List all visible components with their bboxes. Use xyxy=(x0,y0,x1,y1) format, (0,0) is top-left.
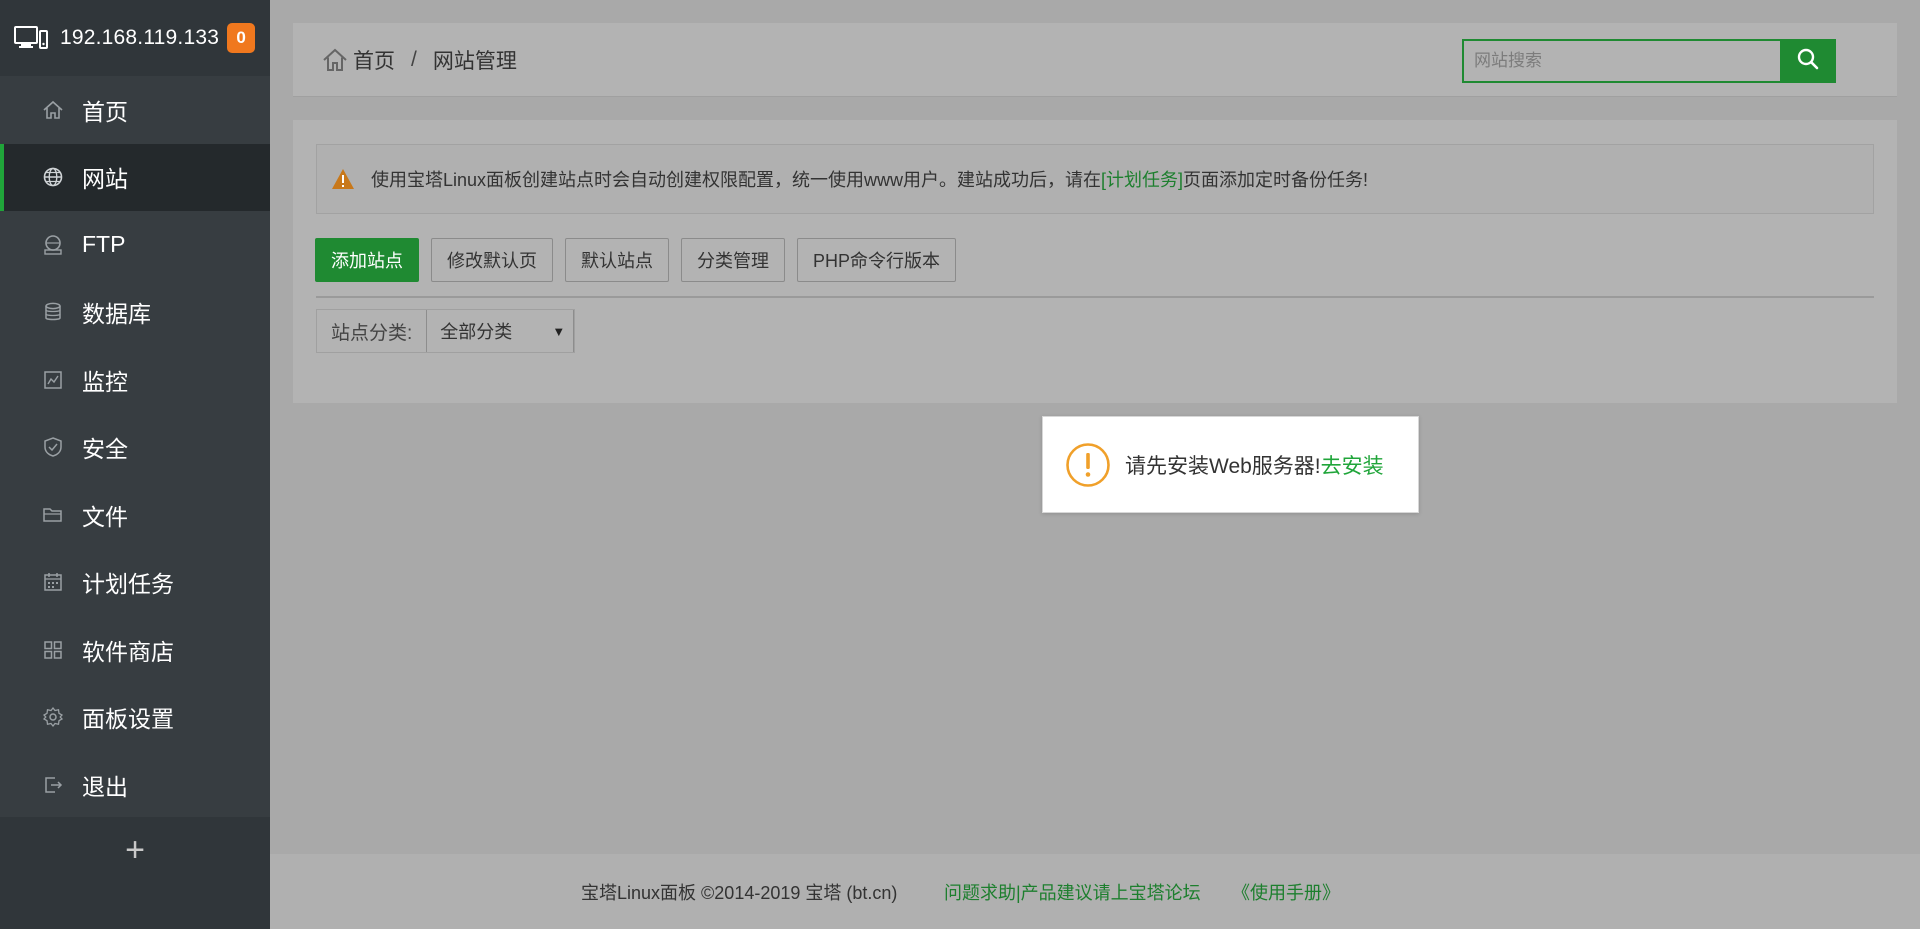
category-filter-label: 站点分类: xyxy=(331,322,413,344)
sidebar-item-files[interactable]: 文件 xyxy=(0,481,270,549)
breadcrumb-current: 网站管理 xyxy=(432,50,517,73)
sidebar-item-label: 监控 xyxy=(82,368,128,395)
sidebar-item-security[interactable]: 安全 xyxy=(0,414,270,482)
sidebar-item-ftp[interactable]: FTP xyxy=(0,211,270,279)
sidebar-menu: 首页 网站 FTP 数据库 监控 安全 文件 计划任务 软件商店 面板设置 退出 xyxy=(0,76,270,819)
footer-copyright: 宝塔Linux面板 ©2014-2019 宝塔 (bt.cn) xyxy=(581,882,898,903)
search-icon xyxy=(1796,47,1820,76)
message-count-badge[interactable]: 0 xyxy=(227,23,256,53)
install-web-server-toast: 请先安装Web服务器! 去安装 xyxy=(1042,416,1419,513)
sidebar: 192.168.119.133 0 首页 网站 FTP 数据库 监控 安全 文件… xyxy=(0,0,270,929)
notice-banner: 使用宝塔Linux面板创建站点时会自动创建权限配置，统一使用www用户。建站成功… xyxy=(316,144,1874,214)
host-header: 192.168.119.133 0 xyxy=(0,0,270,76)
go-install-link[interactable]: 去安装 xyxy=(1321,450,1384,480)
footer-help-link[interactable]: 问题求助|产品建议请上宝塔论坛 xyxy=(944,879,1201,905)
sidebar-item-monitor[interactable]: 监控 xyxy=(0,346,270,414)
sidebar-item-label: 首页 xyxy=(82,98,128,125)
sidebar-item-label: 安全 xyxy=(82,436,128,463)
ftp-icon xyxy=(42,234,64,256)
dropdown-caret-icon: ▼ xyxy=(552,323,566,339)
grid-icon xyxy=(42,639,64,661)
top-bar: 首页 / 网站管理 xyxy=(293,23,1897,97)
sidebar-panel: 192.168.119.133 0 首页 网站 FTP 数据库 监控 安全 文件… xyxy=(0,0,270,929)
home-icon[interactable] xyxy=(321,46,349,74)
sidebar-item-logout[interactable]: 退出 xyxy=(0,751,270,819)
monitor-icon xyxy=(42,369,64,391)
add-site-button[interactable]: 添加站点 xyxy=(315,238,419,282)
globe-icon xyxy=(42,166,64,188)
toolbar: 添加站点 修改默认页 默认站点 分类管理 PHP命令行版本 xyxy=(315,238,957,282)
default-site-button[interactable]: 默认站点 xyxy=(565,238,669,282)
category-select[interactable]: 全部分类 ▼ xyxy=(426,310,575,352)
home-icon xyxy=(42,99,64,121)
host-ip: 192.168.119.133 xyxy=(60,26,220,49)
shield-icon xyxy=(42,436,64,458)
toast-message: 请先安装Web服务器! xyxy=(1125,454,1321,478)
breadcrumb-separator: / xyxy=(411,48,417,71)
footer-manual-link[interactable]: 《使用手册》 xyxy=(1232,879,1340,905)
breadcrumb-home[interactable]: 首页 xyxy=(353,45,395,75)
edit-default-page-button[interactable]: 修改默认页 xyxy=(431,238,553,282)
folder-icon xyxy=(42,504,64,526)
sidebar-item-home[interactable]: 首页 xyxy=(0,76,270,144)
database-icon xyxy=(42,301,64,323)
logout-icon xyxy=(42,774,64,796)
main-content: 首页 / 网站管理 使用宝塔Linux面板创建站点时会自动创建权限配置，统一使用… xyxy=(270,0,1920,929)
sidebar-item-label: 软件商店 xyxy=(82,638,174,665)
sidebar-item-label: 数据库 xyxy=(82,301,151,328)
warning-icon xyxy=(331,168,355,190)
sidebar-item-label: FTP xyxy=(82,231,126,258)
category-select-value: 全部分类 xyxy=(440,322,513,342)
sidebar-item-label: 网站 xyxy=(82,166,128,193)
breadcrumb: 首页 / 网站管理 xyxy=(321,23,517,97)
footer: 宝塔Linux面板 ©2014-2019 宝塔 (bt.cn) 问题求助|产品建… xyxy=(270,854,1920,929)
site-panel: 使用宝塔Linux面板创建站点时会自动创建权限配置，统一使用www用户。建站成功… xyxy=(293,120,1897,403)
sidebar-item-database[interactable]: 数据库 xyxy=(0,279,270,347)
add-shortcut-button[interactable]: + xyxy=(0,817,270,883)
sidebar-item-website[interactable]: 网站 xyxy=(0,143,270,211)
sidebar-item-settings[interactable]: 面板设置 xyxy=(0,684,270,752)
notice-text-after: 页面添加定时备份任务! xyxy=(1183,170,1369,190)
gear-icon xyxy=(42,706,64,728)
sidebar-item-store[interactable]: 软件商店 xyxy=(0,616,270,684)
category-manage-button[interactable]: 分类管理 xyxy=(681,238,785,282)
exclamation-icon xyxy=(1065,442,1111,488)
cron-link[interactable]: [计划任务] xyxy=(1101,166,1183,192)
sidebar-item-label: 退出 xyxy=(82,773,128,800)
php-cli-version-button[interactable]: PHP命令行版本 xyxy=(797,238,957,282)
computer-icon xyxy=(14,26,48,50)
category-filter: 站点分类: 全部分类 ▼ xyxy=(316,309,576,353)
sidebar-item-label: 面板设置 xyxy=(82,706,174,733)
search-button[interactable] xyxy=(1780,39,1836,83)
site-search xyxy=(1462,39,1836,83)
calendar-icon xyxy=(42,571,64,593)
divider xyxy=(316,296,1874,298)
sidebar-item-cron[interactable]: 计划任务 xyxy=(0,549,270,617)
notice-text: 使用宝塔Linux面板创建站点时会自动创建权限配置，统一使用www用户。建站成功… xyxy=(371,170,1102,190)
sidebar-item-label: 文件 xyxy=(82,503,128,530)
sidebar-footer xyxy=(0,883,270,929)
sidebar-item-label: 计划任务 xyxy=(82,571,174,598)
search-input[interactable] xyxy=(1464,41,1780,81)
